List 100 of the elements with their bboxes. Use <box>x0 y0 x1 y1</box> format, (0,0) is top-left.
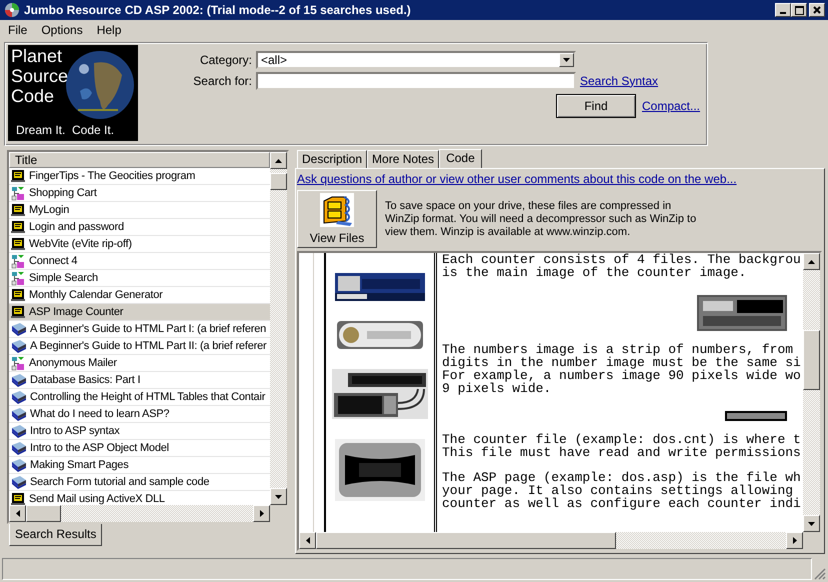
result-row[interactable]: Intro to ASP syntax <box>9 423 270 440</box>
up-arrow-icon <box>808 260 815 264</box>
compact-link[interactable]: Compact... <box>642 99 700 113</box>
code-text-line: This file must have read and write permissions <box>442 446 802 459</box>
book-stack-icon <box>11 441 27 455</box>
maximize-icon <box>794 6 804 14</box>
result-row[interactable]: ASP Image Counter <box>9 304 270 321</box>
result-row[interactable]: Simple Search <box>9 270 270 287</box>
search-results-tab[interactable]: Search Results <box>9 524 102 546</box>
zip-cabinet-icon <box>320 193 354 227</box>
component-icon <box>11 356 26 370</box>
find-button[interactable]: Find <box>556 94 636 118</box>
resize-grip-icon <box>814 568 826 580</box>
book-stack-icon <box>11 475 27 489</box>
category-label: Category: <box>198 52 252 66</box>
search-label: Search for: <box>192 74 252 88</box>
dropdown-arrow-icon <box>563 58 570 62</box>
result-row[interactable]: Connect 4 <box>9 253 270 270</box>
scroll-button[interactable] <box>803 253 820 270</box>
category-dropdown[interactable]: <all> <box>256 50 576 68</box>
up-arrow-icon <box>275 158 282 162</box>
code-text-line: The counter file (example: dos.cnt) is where t <box>442 433 802 446</box>
scroll-button[interactable] <box>786 532 803 549</box>
result-row[interactable]: Search Form tutorial and sample code <box>9 474 270 491</box>
minimize-button[interactable] <box>775 3 791 17</box>
logo-tagline: Dream It. Code It. <box>16 123 114 137</box>
window-title: Jumbo Resource CD ASP 2002: (Trial mode--2 of 15 searches used.) <box>24 3 412 17</box>
down-arrow-icon <box>275 494 282 498</box>
code-text-line: counter as well as configure each counter indi <box>442 497 802 510</box>
code-text-line: The ASP page (example: dos.asp) is the file wh <box>442 471 802 484</box>
result-row[interactable]: A Beginner's Guide to HTML Part II: (a brief referer <box>9 338 270 355</box>
code-text-line: 9 pixels wide. <box>442 382 552 395</box>
component-icon <box>11 254 26 268</box>
tab[interactable]: Code <box>439 149 482 168</box>
logo-text: Source <box>11 66 68 86</box>
web-comments-link[interactable]: Ask questions of author or view other user comments about this code on the web... <box>297 171 822 187</box>
search-field[interactable] <box>256 72 576 90</box>
maximize-button[interactable] <box>791 3 807 17</box>
result-row[interactable]: What do I need to learn ASP? <box>9 406 270 423</box>
code-text-line: Each counter consists of 4 files. The backgrou <box>442 253 802 266</box>
scroll-button[interactable] <box>270 152 287 169</box>
search-syntax-link[interactable]: Search Syntax <box>580 74 658 88</box>
scroll-button[interactable] <box>9 505 26 522</box>
code-text-line: For example, a numbers image 90 pixels wide wo <box>442 369 802 382</box>
result-row[interactable]: Database Basics: Part I <box>9 372 270 389</box>
component-icon <box>11 270 26 286</box>
left-arrow-icon <box>16 510 20 517</box>
page-icon <box>11 220 26 234</box>
result-row[interactable]: A Beginner's Guide to HTML Part I: (a brief referen <box>9 321 270 338</box>
scroll-button[interactable] <box>253 505 270 522</box>
logo-text: Planet <box>11 46 64 66</box>
menu-item[interactable]: File <box>8 23 28 37</box>
right-arrow-icon <box>260 510 264 517</box>
page-icon <box>11 492 26 505</box>
zip-note: To save space on your drive, these files are compressed in WinZip format. You will need a decompressor such as WinZip to view them. Winzip is available at www.winzip.com. <box>385 200 698 238</box>
result-row[interactable]: MyLogin <box>9 202 270 219</box>
result-row[interactable]: Anonymous Mailer <box>9 355 270 372</box>
logo-text: Code <box>11 86 56 106</box>
close-button[interactable] <box>809 3 825 17</box>
result-row[interactable]: Controlling the Height of HTML Tables that Contair <box>9 389 270 406</box>
book-stack-icon <box>11 424 27 438</box>
code-text-line: digits in the number image must be the same si <box>442 356 802 369</box>
page-icon <box>11 305 26 319</box>
close-icon <box>813 6 821 14</box>
left-arrow-icon <box>306 537 310 544</box>
book-stack-icon <box>11 458 27 472</box>
result-row[interactable]: Making Smart Pages <box>9 457 270 474</box>
scroll-button[interactable] <box>803 515 820 532</box>
page-icon <box>11 169 26 183</box>
view-files-button[interactable]: View Files <box>297 190 377 248</box>
code-text-line: The numbers image is a strip of numbers, from <box>442 343 794 356</box>
book-stack-icon <box>11 390 27 404</box>
scrollbar-thumb[interactable] <box>270 173 287 190</box>
down-arrow-icon <box>808 522 815 526</box>
scroll-button[interactable] <box>270 488 287 505</box>
component-icon <box>11 186 26 200</box>
right-arrow-icon <box>792 537 796 544</box>
scrollbar-thumb[interactable] <box>316 532 616 549</box>
code-text-line: is the main image of the counter image. <box>442 266 746 279</box>
page-icon <box>11 237 26 251</box>
book-stack-icon <box>11 407 27 421</box>
title-column-header[interactable]: Title <box>9 152 270 168</box>
result-row[interactable]: WebVite (eVite rip-off) <box>9 236 270 253</box>
scrollbar-thumb[interactable] <box>26 505 61 522</box>
tab[interactable]: Description <box>297 150 368 168</box>
page-icon <box>11 288 26 302</box>
page-icon <box>11 203 26 217</box>
code-text-line: your page. It also contains settings allowing <box>442 484 794 497</box>
scrollbar-thumb[interactable] <box>803 330 820 390</box>
result-row[interactable]: Login and password <box>9 219 270 236</box>
book-stack-icon <box>11 339 27 353</box>
result-row[interactable]: Intro to the ASP Object Model <box>9 440 270 457</box>
menu-item[interactable]: Help <box>96 23 122 37</box>
book-stack-icon <box>11 322 27 336</box>
scroll-button[interactable] <box>299 532 316 549</box>
result-row[interactable]: FingerTips - The Geocities program <box>9 168 270 185</box>
result-row[interactable]: Shopping Cart <box>9 185 270 202</box>
disc-icon <box>4 2 20 18</box>
menu-item[interactable]: Options <box>41 23 83 37</box>
book-stack-icon <box>11 373 27 387</box>
